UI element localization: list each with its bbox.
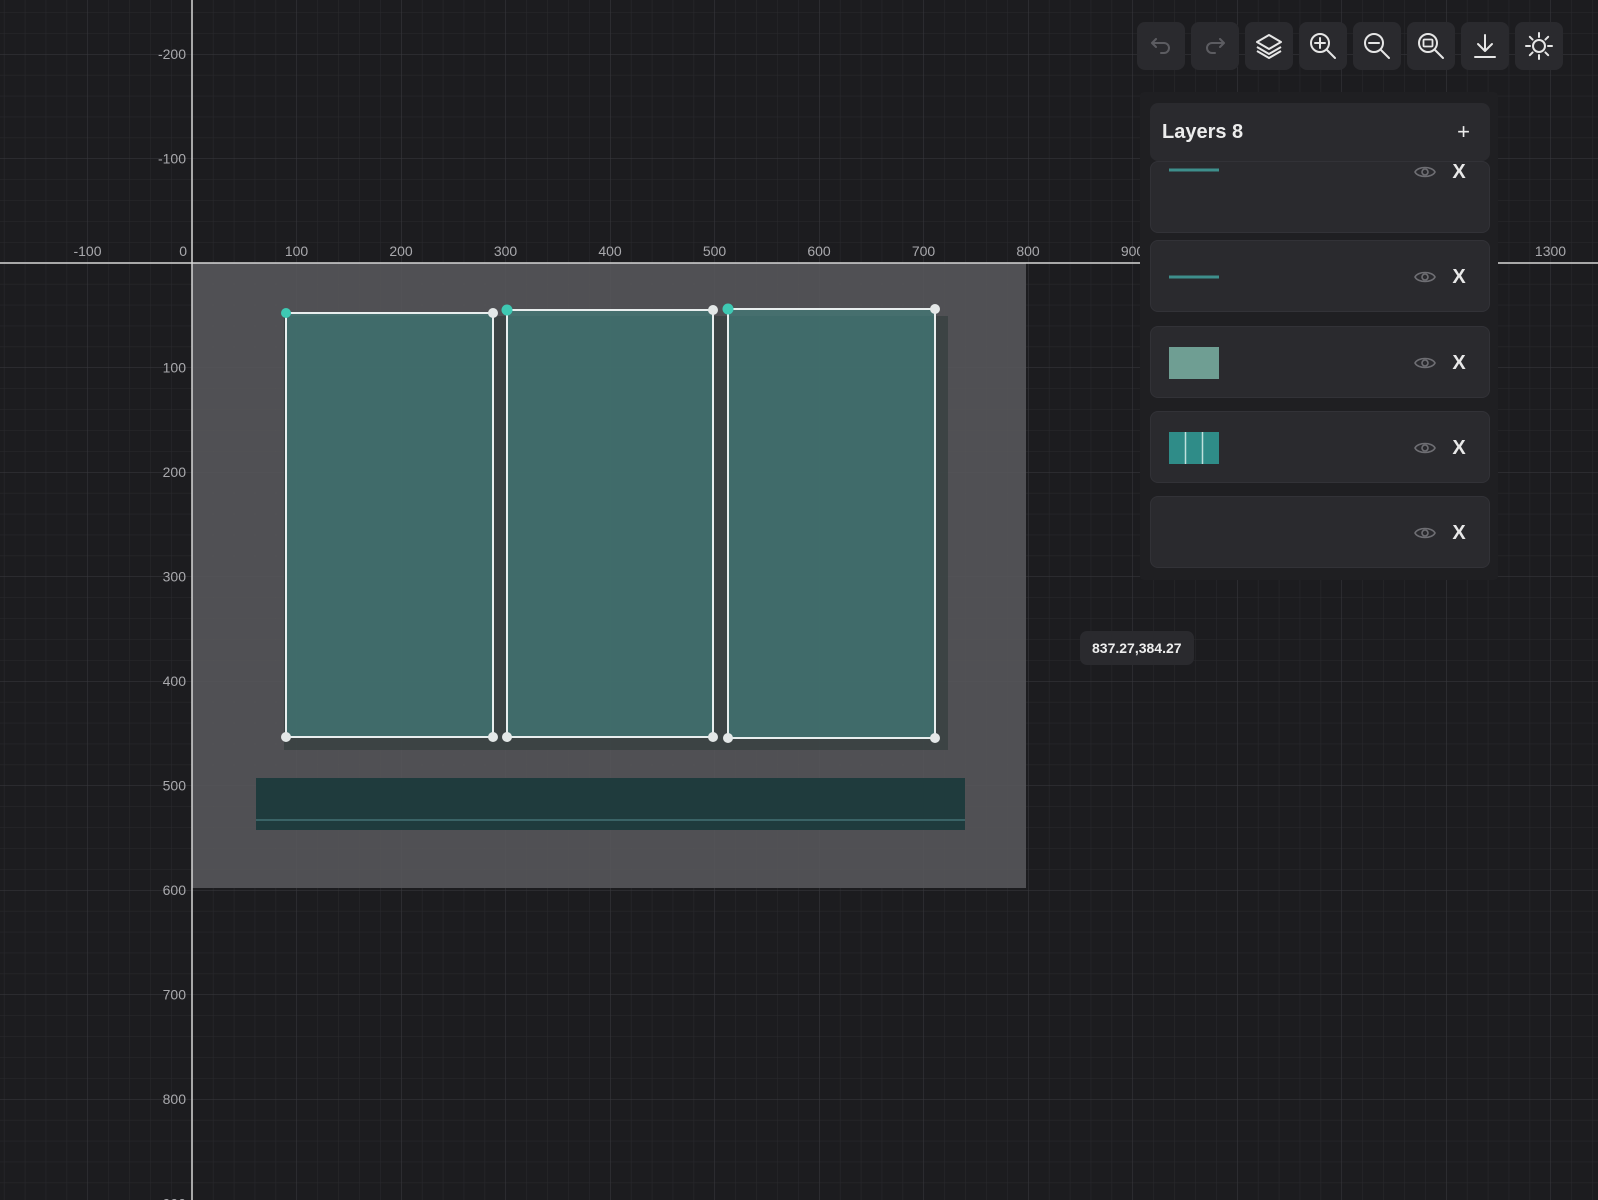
handle[interactable] xyxy=(930,304,940,314)
x-axis-label: 500 xyxy=(703,243,727,259)
handle[interactable] xyxy=(708,732,718,742)
panel-left[interactable] xyxy=(285,312,494,738)
line-thumbnail xyxy=(1169,275,1219,279)
x-axis-label: 800 xyxy=(1016,243,1040,259)
layer-item[interactable]: X xyxy=(1150,496,1490,568)
y-axis-label: 700 xyxy=(163,987,187,1003)
layers-icon xyxy=(1256,34,1282,59)
handle[interactable] xyxy=(281,732,291,742)
x-axis-label: 400 xyxy=(598,243,622,259)
handle[interactable] xyxy=(723,733,733,743)
y-axis-label: 400 xyxy=(163,673,187,689)
layers-header: Layers 8 + xyxy=(1150,103,1490,161)
panel-middle[interactable] xyxy=(506,309,714,738)
redo-icon xyxy=(1206,38,1225,54)
brightness-icon xyxy=(1525,32,1553,60)
rectangle-thumbnail xyxy=(1169,347,1219,379)
toolbar xyxy=(1137,22,1563,70)
delete-layer-button[interactable]: X xyxy=(1447,432,1471,464)
x-axis-label: 300 xyxy=(494,243,518,259)
brightness-button[interactable] xyxy=(1515,22,1563,70)
redo-button[interactable] xyxy=(1191,22,1239,70)
line-thumbnail xyxy=(1169,168,1219,172)
eye-icon[interactable] xyxy=(1413,265,1437,289)
download-button[interactable] xyxy=(1461,22,1509,70)
y-axis-label: 600 xyxy=(163,882,187,898)
y-axis-label: -200 xyxy=(158,46,186,62)
x-axis-label: 0 xyxy=(179,243,187,259)
zoom-out-button[interactable] xyxy=(1353,22,1401,70)
handle[interactable] xyxy=(930,733,940,743)
base-strip[interactable] xyxy=(256,778,965,830)
y-axis-label: 200 xyxy=(163,464,187,480)
delete-layer-button[interactable]: X xyxy=(1447,347,1471,379)
zoom-in-icon xyxy=(1310,33,1336,59)
x-axis-label: 1300 xyxy=(1535,243,1566,259)
eye-icon[interactable] xyxy=(1413,160,1437,184)
x-axis-label: 100 xyxy=(285,243,309,259)
handle[interactable] xyxy=(281,308,291,318)
panel-right[interactable] xyxy=(727,308,936,739)
delete-layer-button[interactable]: X xyxy=(1447,261,1471,293)
download-icon xyxy=(1474,34,1496,58)
layer-item[interactable]: X xyxy=(1150,240,1490,312)
add-layer-button[interactable]: + xyxy=(1457,119,1470,145)
undo-icon xyxy=(1151,38,1170,54)
panel-group[interactable] xyxy=(285,308,936,739)
zoom-fit-button[interactable] xyxy=(1407,22,1455,70)
x-axis-label: -100 xyxy=(73,243,101,259)
cursor-coordinates: 837.27,384.27 xyxy=(1080,631,1194,665)
panels-thumbnail xyxy=(1169,432,1219,464)
delete-layer-button[interactable]: X xyxy=(1447,517,1471,549)
eye-icon[interactable] xyxy=(1413,521,1437,545)
handle[interactable] xyxy=(502,732,512,742)
y-axis-label: 300 xyxy=(163,569,187,585)
layers-button[interactable] xyxy=(1245,22,1293,70)
layer-item[interactable]: X xyxy=(1150,161,1490,233)
zoom-fit-icon xyxy=(1418,33,1444,59)
layer-item[interactable]: X xyxy=(1150,326,1490,398)
eye-icon[interactable] xyxy=(1413,436,1437,460)
handle[interactable] xyxy=(501,304,513,316)
undo-button[interactable] xyxy=(1137,22,1185,70)
handle[interactable] xyxy=(722,303,734,315)
handle[interactable] xyxy=(708,305,718,315)
handle[interactable] xyxy=(488,308,498,318)
x-axis-label: 600 xyxy=(807,243,831,259)
eye-icon[interactable] xyxy=(1413,351,1437,375)
layer-item[interactable]: X xyxy=(1150,411,1490,483)
x-axis-label: 700 xyxy=(912,243,936,259)
handle[interactable] xyxy=(488,732,498,742)
y-axis-label: 900 xyxy=(163,1196,187,1200)
y-axis-label: 100 xyxy=(163,360,187,376)
zoom-in-button[interactable] xyxy=(1299,22,1347,70)
x-axis-label: 200 xyxy=(389,243,413,259)
y-axis-label: -100 xyxy=(158,151,186,167)
y-axis-label: 800 xyxy=(163,1091,187,1107)
layers-panel: Layers 8 + X X X X X xyxy=(1140,92,1498,580)
zoom-out-icon xyxy=(1364,33,1390,59)
layers-title: Layers 8 xyxy=(1162,120,1244,143)
y-axis-label: 500 xyxy=(163,778,187,794)
